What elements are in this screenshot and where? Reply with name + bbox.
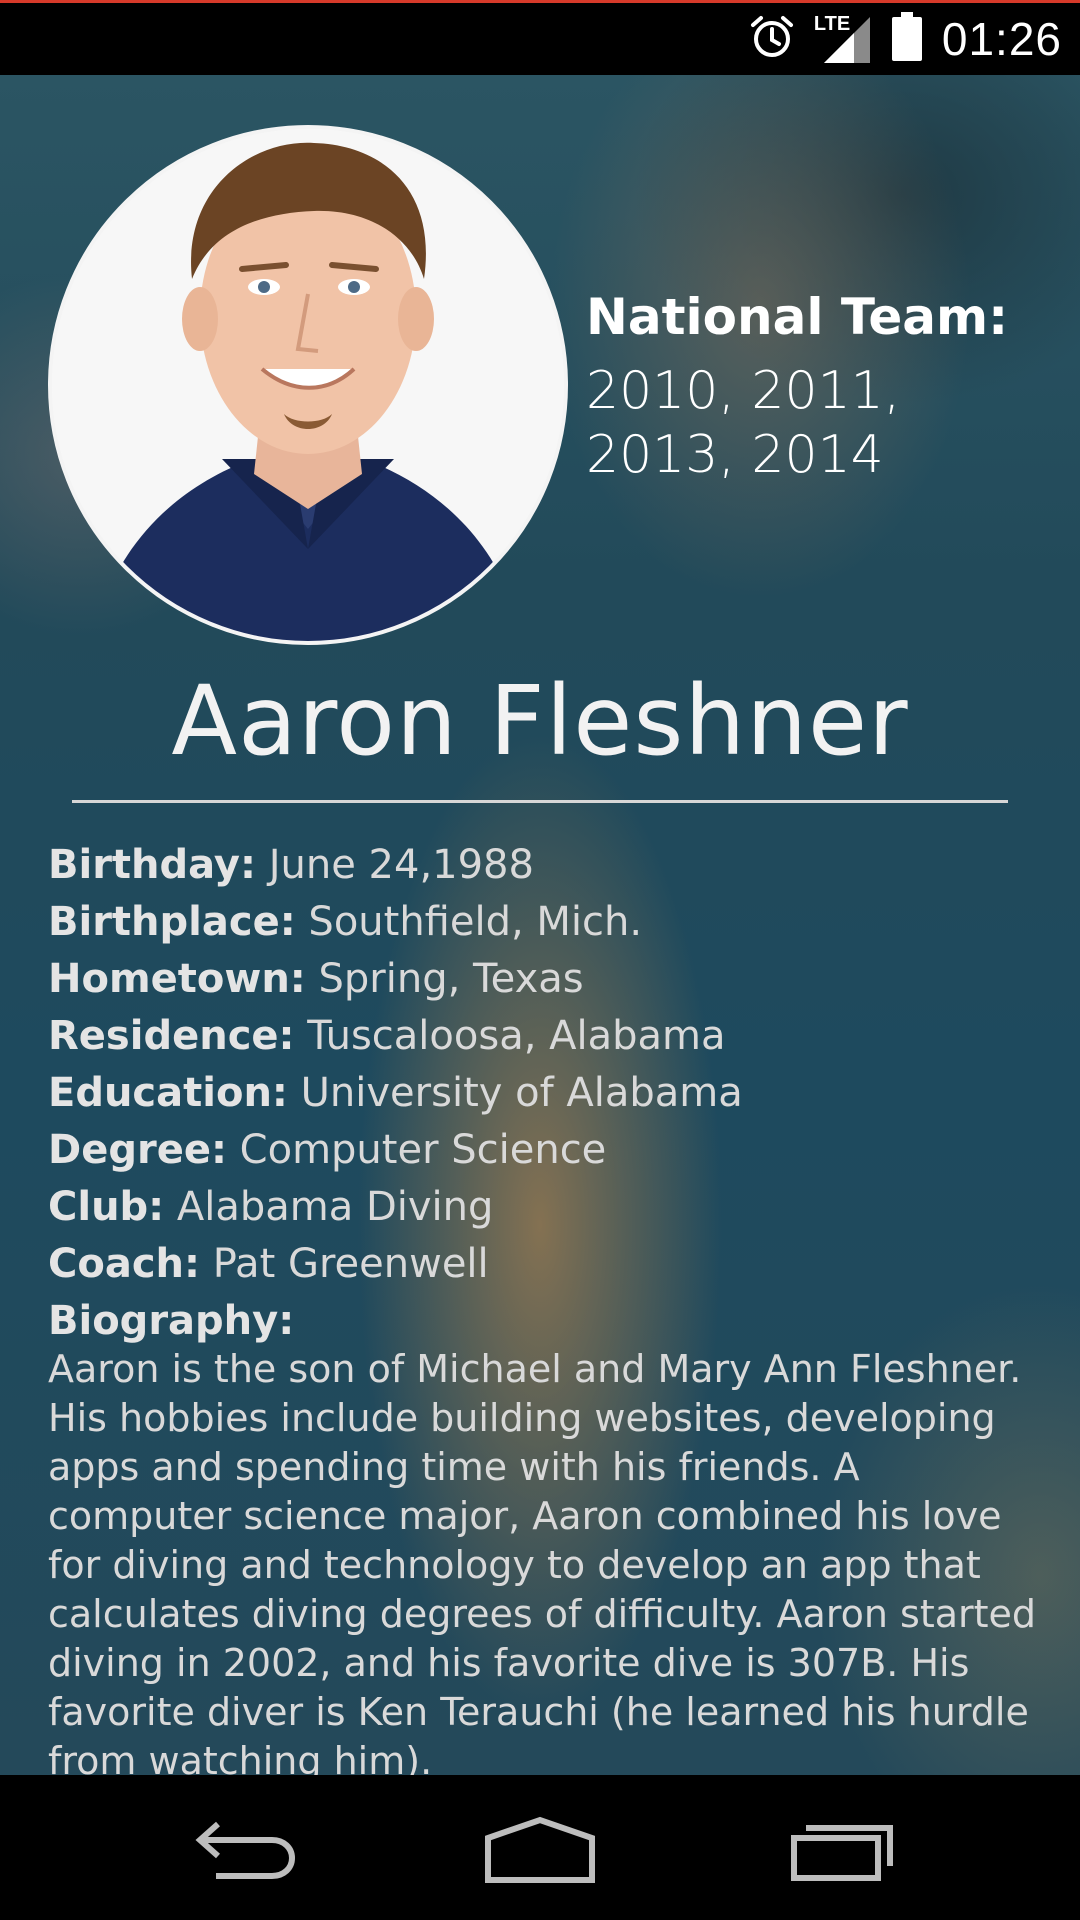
recent-apps-icon: [780, 1825, 900, 1894]
national-team-years: 2010, 2011, 2013, 2014: [586, 361, 901, 485]
status-bar: LTE 01:26: [0, 0, 1080, 75]
detail-birthplace: Birthplace: Southfield, Mich.: [48, 894, 1048, 951]
biography-heading: Biography:: [48, 1293, 1048, 1350]
detail-value: Alabama Diving: [176, 1184, 494, 1230]
detail-value: Southfield, Mich.: [308, 899, 643, 945]
player-profile-screen: National Team: 2010, 2011, 2013, 2014 Aa…: [0, 75, 1080, 1775]
battery-icon: [890, 12, 924, 66]
name-divider: [72, 800, 1008, 803]
detail-residence: Residence: Tuscaloosa, Alabama: [48, 1008, 1048, 1065]
player-photo: [48, 125, 568, 645]
biography-text: Aaron is the son of Michael and Mary Ann…: [48, 1347, 1037, 1775]
home-button[interactable]: [480, 1810, 600, 1894]
detail-club: Club: Alabama Diving: [48, 1179, 1048, 1236]
detail-label: Hometown:: [48, 956, 306, 1002]
recent-apps-button[interactable]: [780, 1810, 900, 1894]
detail-coach: Coach: Pat Greenwell: [48, 1236, 1048, 1293]
detail-label: Birthday:: [48, 842, 256, 888]
back-button[interactable]: [180, 1810, 300, 1894]
detail-hometown: Hometown: Spring, Texas: [48, 951, 1048, 1008]
national-team-label: National Team:: [586, 288, 1009, 346]
notification-accent-line: [0, 0, 1080, 3]
detail-degree: Degree: Computer Science: [48, 1122, 1048, 1179]
detail-label: Birthplace:: [48, 899, 296, 945]
detail-education: Education: University of Alabama: [48, 1065, 1048, 1122]
clock-time: 01:26: [941, 13, 1062, 65]
player-name: Aaron Fleshner: [171, 665, 909, 777]
detail-value: Tuscaloosa, Alabama: [307, 1013, 726, 1059]
detail-value: University of Alabama: [300, 1070, 743, 1116]
detail-label: Degree:: [48, 1127, 227, 1173]
home-icon: [480, 1816, 600, 1894]
alarm-clock-icon: [748, 13, 796, 65]
signal-icon: LTE: [814, 13, 872, 65]
detail-label: Residence:: [48, 1013, 295, 1059]
biography-label: Biography:: [48, 1298, 295, 1344]
detail-birthday: Birthday: June 24,1988: [48, 837, 1048, 894]
detail-value: Computer Science: [239, 1127, 607, 1173]
detail-value: Pat Greenwell: [212, 1241, 489, 1287]
detail-label: Club:: [48, 1184, 165, 1230]
back-icon: [180, 1821, 300, 1894]
detail-label: Education:: [48, 1070, 288, 1116]
player-details: Birthday: June 24,1988 Birthplace: South…: [48, 837, 1048, 1350]
detail-value: June 24,1988: [268, 842, 534, 888]
detail-value: Spring, Texas: [318, 956, 584, 1002]
status-icons: LTE 01:26: [748, 8, 1062, 70]
detail-label: Coach:: [48, 1241, 201, 1287]
navigation-bar: [0, 1775, 1080, 1920]
